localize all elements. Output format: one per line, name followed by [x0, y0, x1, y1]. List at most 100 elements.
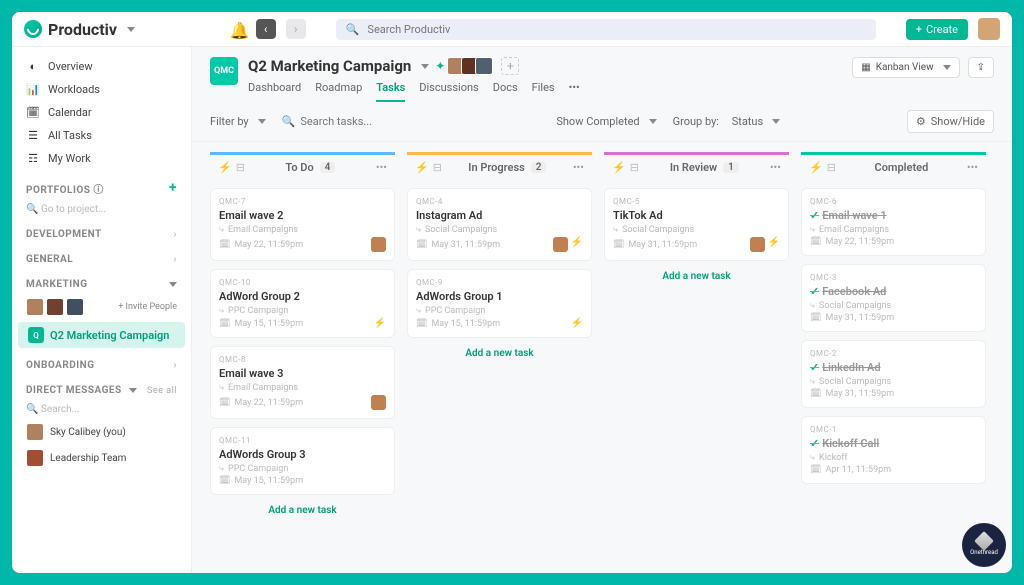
add-member-button[interactable]: + — [501, 57, 519, 75]
task-card[interactable]: QMC-10 AdWord Group 2 ⤷ PPC Campaign 🗓 M… — [210, 269, 395, 338]
tab-tasks[interactable]: Tasks — [376, 81, 405, 102]
project-q2-marketing[interactable]: Q Q2 Marketing Campaign — [18, 322, 185, 348]
task-card[interactable]: QMC-7 Email wave 2 ⤷ Email Campaigns 🗓 M… — [210, 188, 395, 261]
add-portfolio-button[interactable]: + — [169, 180, 177, 196]
app-logo[interactable]: Productiv — [24, 20, 135, 39]
info-icon[interactable]: ⓘ — [93, 185, 104, 196]
card-id: QMC-1 — [810, 425, 977, 434]
dm-leadership[interactable]: Leadership Team — [12, 445, 191, 471]
task-card[interactable]: QMC-5 TikTok Ad ⤷ Social Campaigns 🗓 May… — [604, 188, 789, 261]
avatar — [26, 423, 44, 441]
column-menu-button[interactable]: ••• — [770, 161, 781, 174]
nav-forward-button[interactable]: › — [286, 19, 306, 39]
nav-workloads[interactable]: 📊Workloads — [12, 78, 191, 101]
task-card[interactable]: QMC-9 AdWords Group 1 ⤷ PPC Campaign 🗓 M… — [407, 269, 592, 338]
nav-all-tasks[interactable]: ☰All Tasks — [12, 124, 191, 147]
section-general[interactable]: GENERAL› — [12, 244, 191, 269]
task-card[interactable]: QMC-11 AdWords Group 3 ⤷ PPC Campaign 🗓 … — [210, 427, 395, 495]
section-marketing[interactable]: MARKETING — [12, 269, 191, 294]
assignee-avatar[interactable] — [371, 395, 386, 410]
plus-icon: + — [916, 23, 922, 36]
flash-icon: ⚡ — [571, 318, 583, 329]
portfolios-header: PORTFOLIOS ⓘ + — [12, 170, 191, 200]
chevron-down-icon — [943, 65, 951, 70]
tab-docs[interactable]: Docs — [493, 81, 518, 102]
portfolio-search[interactable]: 🔍 Go to project... — [12, 200, 191, 219]
avatar[interactable] — [66, 298, 84, 316]
flash-icon[interactable]: ⚡ — [218, 161, 232, 174]
add-task-button[interactable]: Add a new task — [210, 495, 395, 526]
dm-search[interactable]: 🔍 Search... — [12, 400, 191, 419]
project-members[interactable] — [451, 57, 493, 75]
invite-people-link[interactable]: + Invite People — [118, 302, 177, 312]
column-header: ⚡⊟ In Progress 2 ••• — [407, 152, 592, 180]
dm-header: DIRECT MESSAGES See all — [12, 375, 191, 400]
flash-icon: ⚡ — [571, 237, 583, 252]
tab-dashboard[interactable]: Dashboard — [248, 81, 301, 102]
column-menu-button[interactable]: ••• — [376, 161, 387, 174]
task-card[interactable]: QMC-6 ✓Email wave 1 ⤷ Email Campaigns 🗓 … — [801, 188, 986, 256]
collapse-icon[interactable]: ⊟ — [630, 161, 639, 174]
nav-overview[interactable]: ◐Overview — [12, 55, 191, 78]
column-menu-button[interactable]: ••• — [573, 161, 584, 174]
project-badge-icon: Q — [28, 327, 44, 343]
user-avatar[interactable] — [978, 18, 1000, 40]
group-by-selector[interactable]: Group by: Status — [673, 115, 781, 128]
task-card[interactable]: QMC-1 ✓Kickoff Call ⤷ Kickoff 🗓 Apr 11, … — [801, 416, 986, 484]
column-menu-button[interactable]: ••• — [967, 161, 978, 174]
create-button[interactable]: + Create — [906, 19, 968, 40]
chevron-down-icon[interactable] — [421, 64, 429, 69]
show-completed-toggle[interactable]: Show Completed — [556, 115, 656, 128]
flash-icon[interactable]: ⚡ — [809, 161, 823, 174]
bell-icon[interactable]: 🔔 — [230, 21, 246, 37]
branch-icon: ⤷ — [613, 225, 618, 235]
tab-more[interactable]: ••• — [569, 81, 580, 102]
section-development[interactable]: DEVELOPMENT› — [12, 219, 191, 244]
dm-self[interactable]: Sky Calibey (you) — [12, 419, 191, 445]
create-label: Create — [926, 23, 958, 36]
task-card[interactable]: QMC-3 ✓Facebook Ad ⤷ Social Campaigns 🗓 … — [801, 264, 986, 332]
view-selector[interactable]: ▦ Kanban View — [852, 57, 959, 78]
card-date: 🗓 Apr 11, 11:59pm — [810, 465, 891, 475]
card-tag: ⤷ Social Campaigns — [810, 377, 977, 387]
task-search-input[interactable] — [300, 115, 440, 128]
nav-my-work[interactable]: ☶My Work — [12, 147, 191, 170]
tab-files[interactable]: Files — [532, 81, 555, 102]
tab-discussions[interactable]: Discussions — [419, 81, 478, 102]
assignee-avatar[interactable] — [750, 237, 765, 252]
nav-back-button[interactable]: ‹ — [256, 19, 276, 39]
add-task-button[interactable]: Add a new task — [604, 261, 789, 292]
card-date: 🗓 May 31, 11:59pm — [613, 240, 697, 250]
avatar[interactable] — [26, 298, 44, 316]
avatar[interactable] — [46, 298, 64, 316]
filter-by[interactable]: Filter by — [210, 115, 266, 128]
column-progress: ⚡⊟ In Progress 2 ••• QMC-4 Instagram Ad … — [407, 152, 592, 563]
flash-icon[interactable]: ⚡ — [612, 161, 626, 174]
avatar — [26, 449, 44, 467]
see-all-link[interactable]: See all — [147, 386, 177, 396]
section-onboarding[interactable]: ONBOARDING› — [12, 350, 191, 375]
task-card[interactable]: QMC-2 ✓LinkedIn Ad ⤷ Social Campaigns 🗓 … — [801, 340, 986, 408]
show-hide-button[interactable]: ⚙Show/Hide — [907, 110, 994, 133]
task-search[interactable]: 🔍 — [282, 115, 441, 128]
add-task-button[interactable]: Add a new task — [407, 338, 592, 369]
task-card[interactable]: QMC-8 Email wave 3 ⤷ Email Campaigns 🗓 M… — [210, 346, 395, 419]
card-id: QMC-10 — [219, 278, 386, 287]
check-icon: ✓ — [810, 209, 819, 222]
global-search[interactable]: 🔍 — [336, 19, 876, 40]
flash-icon[interactable]: ⚡ — [415, 161, 429, 174]
branch-icon: ⤷ — [219, 225, 224, 235]
share-button[interactable]: ⇪ — [968, 57, 994, 78]
assignee-avatar[interactable] — [371, 237, 386, 252]
card-title: ✓LinkedIn Ad — [810, 361, 977, 374]
collapse-icon[interactable]: ⊟ — [433, 161, 442, 174]
collapse-icon[interactable]: ⊟ — [236, 161, 245, 174]
nav-calendar[interactable]: 🗓Calendar — [12, 101, 191, 124]
tab-roadmap[interactable]: Roadmap — [315, 81, 362, 102]
collapse-icon[interactable]: ⊟ — [827, 161, 836, 174]
sparkle-icon[interactable]: ✦ — [435, 59, 445, 73]
task-card[interactable]: QMC-4 Instagram Ad ⤷ Social Campaigns 🗓 … — [407, 188, 592, 261]
assignee-avatar[interactable] — [553, 237, 568, 252]
search-input[interactable] — [367, 23, 507, 36]
card-tag: ⤷ Social Campaigns — [613, 225, 780, 235]
